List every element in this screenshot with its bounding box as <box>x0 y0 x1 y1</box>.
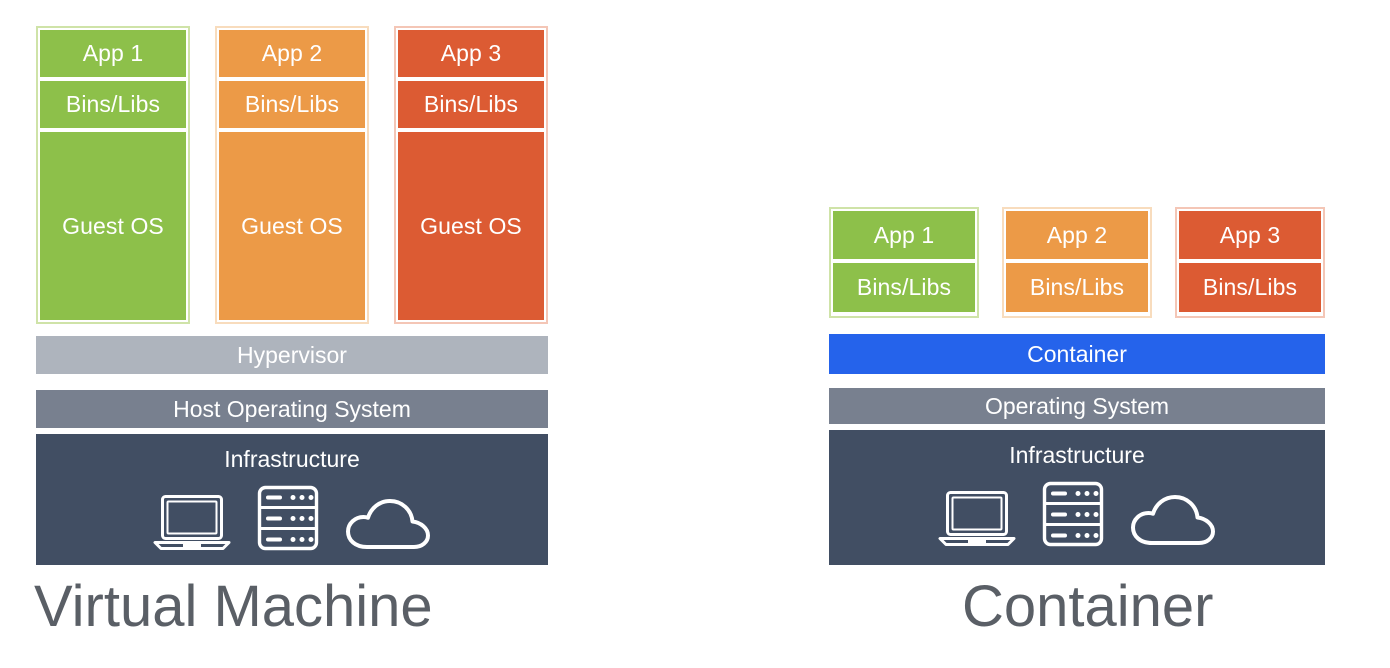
vm-bins-label: Bins/Libs <box>219 81 365 128</box>
vm-guest-label: Guest OS <box>40 132 186 320</box>
virtual-machine-stack: App 1 Bins/Libs Guest OS App 2 Bins/Libs… <box>36 26 548 565</box>
container-column-app2: App 2 Bins/Libs <box>1002 207 1152 318</box>
vm-column-app1: App 1 Bins/Libs Guest OS <box>36 26 190 324</box>
vm-column-app3: App 3 Bins/Libs Guest OS <box>394 26 548 324</box>
vm-column-app2: App 2 Bins/Libs Guest OS <box>215 26 369 324</box>
container-app-columns: App 1 Bins/Libs App 2 Bins/Libs App 3 Bi… <box>829 207 1325 318</box>
container-os-layer: Operating System <box>829 388 1325 424</box>
laptop-icon <box>153 493 231 551</box>
vm-bins-label: Bins/Libs <box>398 81 544 128</box>
cloud-icon <box>345 495 431 551</box>
cloud-icon <box>1130 491 1216 547</box>
container-stack: App 1 Bins/Libs App 2 Bins/Libs App 3 Bi… <box>829 207 1325 565</box>
vm-bins-label: Bins/Libs <box>40 81 186 128</box>
container-column-app1: App 1 Bins/Libs <box>829 207 979 318</box>
vm-guest-label: Guest OS <box>398 132 544 320</box>
container-bins-label: Bins/Libs <box>1006 263 1148 312</box>
vm-app-label: App 2 <box>219 30 365 77</box>
vm-host-os-layer: Host Operating System <box>36 390 548 428</box>
laptop-icon <box>938 489 1016 547</box>
container-infrastructure-icons <box>938 481 1216 547</box>
container-bins-label: Bins/Libs <box>833 263 975 312</box>
vm-guest-label: Guest OS <box>219 132 365 320</box>
vm-infrastructure-icons <box>153 485 431 551</box>
container-infrastructure-label: Infrastructure <box>1009 442 1145 468</box>
container-infrastructure-layer: Infrastructure <box>829 430 1325 565</box>
container-bins-label: Bins/Libs <box>1179 263 1321 312</box>
vm-app-label: App 1 <box>40 30 186 77</box>
vm-guest-columns: App 1 Bins/Libs Guest OS App 2 Bins/Libs… <box>36 26 548 324</box>
vm-hypervisor-layer: Hypervisor <box>36 336 548 374</box>
container-app-label: App 3 <box>1179 211 1321 259</box>
container-app-label: App 1 <box>833 211 975 259</box>
container-app-label: App 2 <box>1006 211 1148 259</box>
container-column-app3: App 3 Bins/Libs <box>1175 207 1325 318</box>
container-caption: Container <box>962 574 1214 639</box>
vm-infrastructure-label: Infrastructure <box>224 446 360 472</box>
vm-infrastructure-layer: Infrastructure <box>36 434 548 565</box>
virtual-machine-caption: Virtual Machine <box>34 574 433 639</box>
server-rack-icon <box>1042 481 1104 547</box>
vm-app-label: App 3 <box>398 30 544 77</box>
server-rack-icon <box>257 485 319 551</box>
container-runtime-layer: Container <box>829 334 1325 374</box>
